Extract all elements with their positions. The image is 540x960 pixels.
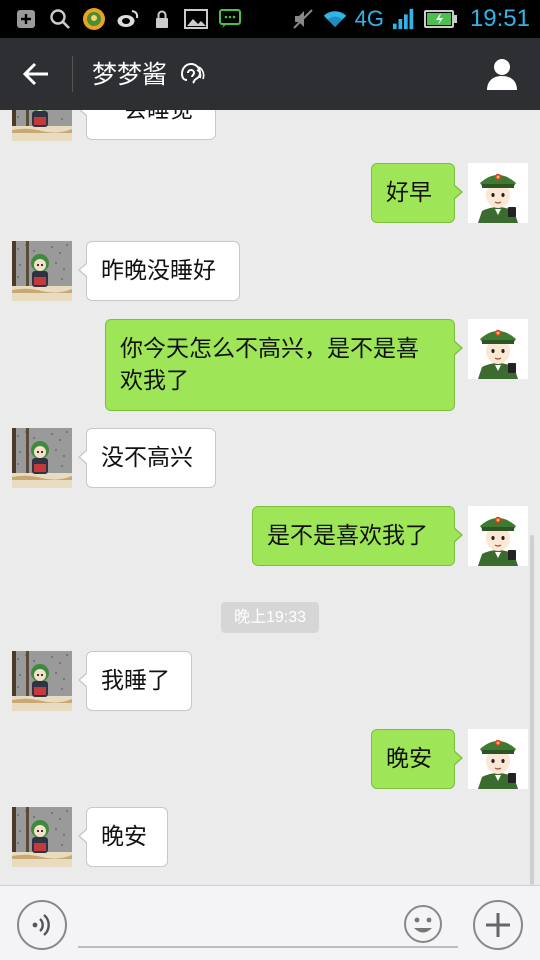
lock-icon [150,7,174,31]
incoming-message-bubble[interactable]: 我睡了 [78,651,192,711]
incoming-message-bubble[interactable]: 一会睡觉 [78,110,216,140]
network-type-label: 4G [354,6,384,31]
status-bar-right-icons: 4G 19:51 [291,4,530,34]
scrollbar[interactable] [530,535,534,885]
chat-title: 梦梦酱 [92,60,168,89]
person-icon [487,59,517,90]
weibo-icon [116,7,140,31]
voice-input-icon [32,914,50,936]
outgoing-message-bubble[interactable]: 晚安 [371,729,463,789]
chat-message-list[interactable]: 一会睡觉 好早 昨晚没睡好 你今天怎么不高兴，是不是喜欢我了 没不高兴 是不是喜… [0,110,540,885]
contact-avatar[interactable] [12,241,72,301]
message-input-bar [0,885,540,960]
contact-avatar[interactable] [12,807,72,867]
incoming-message-bubble[interactable]: 昨晚没睡好 [78,241,240,301]
battery-icon [423,7,458,31]
clock-time: 19:51 [469,5,530,32]
outgoing-message-bubble[interactable]: 你今天怎么不高兴，是不是喜欢我了 [105,319,463,411]
voice-input-button[interactable] [17,900,67,950]
image-icon [184,7,208,31]
contact-avatar[interactable] [12,428,72,488]
add-notification-icon [14,7,38,31]
my-avatar[interactable] [468,319,528,379]
outgoing-message-bubble[interactable]: 好早 [371,163,463,223]
arrow-left-icon [22,62,48,86]
search-icon [48,7,72,31]
more-actions-button[interactable] [473,900,523,950]
contact-avatar[interactable] [12,651,72,711]
game-icon [82,7,106,31]
my-avatar[interactable] [468,163,528,223]
mute-icon [291,7,315,31]
emoji-button[interactable] [403,904,443,944]
wifi-icon [323,7,347,31]
earpiece-mode-icon [179,60,205,90]
outgoing-message-bubble[interactable]: 是不是喜欢我了 [252,506,463,566]
contact-avatar[interactable] [12,110,72,141]
back-button[interactable] [14,52,58,96]
header-divider [72,56,73,92]
chat-icon [218,7,242,31]
my-avatar[interactable] [468,506,528,566]
signal-icon [392,7,416,31]
incoming-message-bubble[interactable]: 晚安 [78,807,168,867]
time-divider: 晚上19:33 [221,602,319,633]
my-avatar[interactable] [468,729,528,789]
plus-icon [486,913,510,937]
emoji-icon [404,905,442,943]
profile-button[interactable] [480,52,524,96]
status-bar-left-icons [14,6,242,32]
status-bar: 4G 19:51 [0,0,540,38]
message-text-input[interactable] [78,900,458,948]
incoming-message-bubble[interactable]: 没不高兴 [78,428,216,488]
chat-header: 梦梦酱 [0,38,540,110]
